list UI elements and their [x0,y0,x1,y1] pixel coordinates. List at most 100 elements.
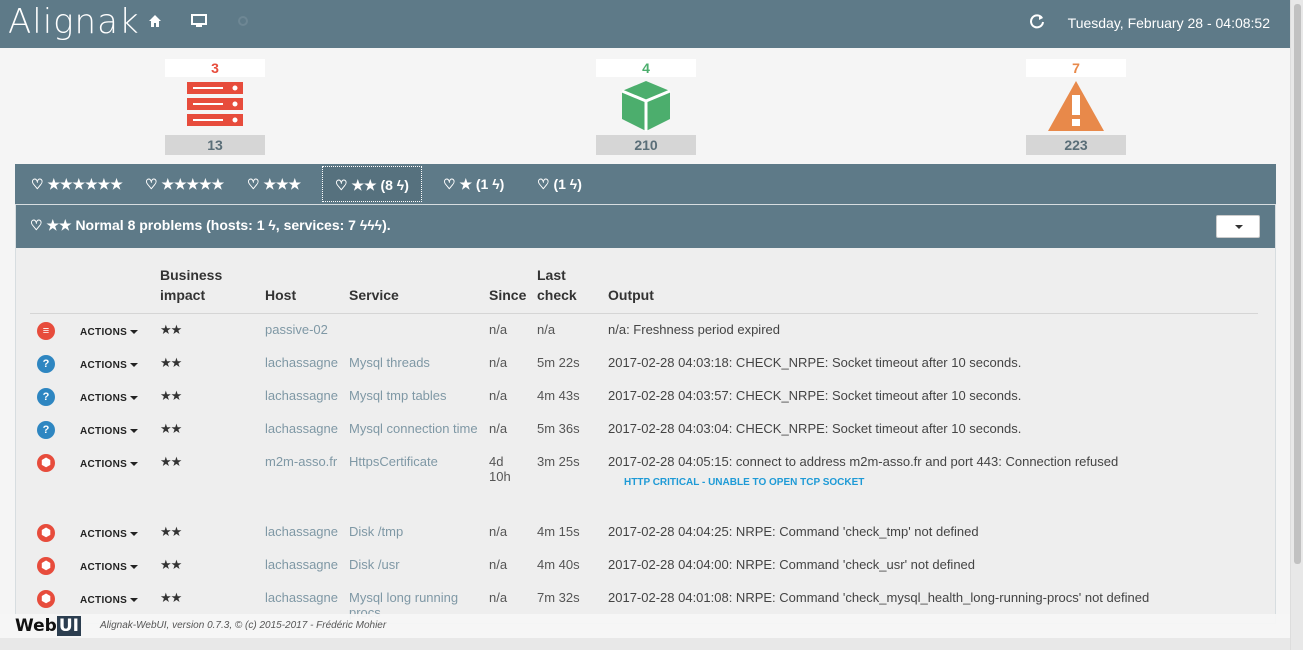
host-link[interactable]: lachassagne [265,557,338,572]
output-text: 2017-02-28 04:01:08: NRPE: Command 'chec… [608,589,1150,605]
cube-icon [596,77,696,135]
table-row: ? ACTIONS ★★ lachassagne Mysql threads n/a 5m … [30,347,1258,380]
output-text: n/a: Freshness period expired [608,322,780,337]
host-link[interactable]: lachassagne [265,590,338,605]
column-business-impact[interactable]: Business impact [160,265,265,314]
tab-impact-6[interactable]: ♡ ★★★★★★ [19,166,135,202]
unknown-icon: ? [37,387,55,406]
actions-dropdown[interactable]: ACTIONS [80,360,138,371]
tab-impact-1[interactable]: ♡ ★ (1 ϟ) [431,166,516,202]
last-check-value: 4m 40s [537,556,580,572]
tab-impact-2[interactable]: ♡ ★★ (8 ϟ) [322,166,422,202]
tab-impact-0[interactable]: ♡ (1 ϟ) [525,166,594,202]
warning-icon [1026,77,1126,135]
services-counter[interactable]: 4 210 [596,59,696,155]
host-link[interactable]: lachassagne [265,524,338,539]
business-impact-stars: ★★ [160,387,182,403]
since-value: n/a [489,354,508,370]
settings-icon[interactable] [233,14,253,34]
hosts-problems-count: 3 [165,59,265,77]
service-link[interactable]: HttpsCertificate [349,454,438,469]
webui-logo: Web UI [15,616,81,636]
service-link[interactable]: Mysql tmp tables [349,388,447,403]
actions-dropdown[interactable]: ACTIONS [80,529,138,540]
refresh-icon[interactable] [1029,13,1045,34]
critical-cube-icon: ⬢ [37,589,55,608]
service-link[interactable]: Disk /tmp [349,524,403,539]
service-link[interactable]: Mysql threads [349,355,430,370]
actions-dropdown[interactable]: ACTIONS [80,327,138,338]
hosts-counter[interactable]: 3 13 [165,59,265,155]
problems-panel: ♡ ★★ Normal 8 problems (hosts: 1 ϟ, serv… [15,204,1276,624]
vertical-scrollbar[interactable] [1290,0,1303,650]
last-check-value: n/a [537,322,556,337]
top-navbar: Alignak Tuesday, February 28 - 04:08:52 [0,0,1290,48]
actions-dropdown[interactable]: ACTIONS [80,562,138,573]
column-since[interactable]: Since [489,265,537,314]
business-impact-stars: ★★ [160,354,182,370]
business-impact-stars: ★★ [160,556,182,572]
warnings-total-count: 223 [1026,135,1126,155]
service-link[interactable]: Mysql connection time [349,421,478,436]
host-link[interactable]: passive-02 [265,322,328,337]
panel-dropdown-button[interactable] [1216,215,1260,238]
monitor-icon[interactable] [189,14,209,34]
business-impact-stars: ★★ [160,453,182,469]
output-text: 2017-02-28 04:04:00: NRPE: Command 'chec… [608,556,976,572]
table-row: ? ACTIONS ★★ lachassagne Mysql connection ti… [30,413,1258,446]
footer-text: Alignak-WebUI, version 0.7.3, © (c) 2015… [100,620,387,631]
server-down-icon: ≡ [37,322,55,340]
business-impact-stars: ★★ [160,420,182,436]
column-last-check[interactable]: Last check [537,265,608,314]
column-output[interactable]: Output [608,265,1258,314]
actions-dropdown[interactable]: ACTIONS [80,426,138,437]
table-header: Business impact Host Service Since Last … [30,265,1258,314]
since-value: n/a [489,523,508,539]
last-check-value: 3m 25s [537,453,580,469]
table-row: ⬢ ACTIONS ★★ lachassagne Disk /usr n/a 4m 40s 2… [30,549,1258,582]
output-text: 2017-02-28 04:03:18: CHECK_NRPE: Socket … [608,354,1022,370]
column-host[interactable]: Host [265,265,349,314]
host-link[interactable]: lachassagne [265,421,338,436]
column-service[interactable]: Service [349,265,489,314]
heartbeat-icon: ♡ [30,217,43,233]
table-row: ⬢ ACTIONS ★★ lachassagne Disk /tmp n/a 4m 15s 2… [30,516,1258,549]
since-value: n/a [489,589,508,605]
last-check-value: 4m 43s [537,387,580,403]
scrollbar-thumb[interactable] [1294,4,1301,564]
panel-title: ★★ Normal 8 problems (hosts: 1 ϟ, servic… [46,217,391,233]
actions-dropdown[interactable]: ACTIONS [80,393,138,404]
unknown-icon: ? [37,354,55,373]
critical-cube-icon: ⬢ [37,523,55,542]
actions-dropdown[interactable]: ACTIONS [80,595,138,606]
since-value: n/a [489,556,508,572]
output-detail: HTTP CRITICAL - UNABLE TO OPEN TCP SOCKE… [624,476,865,488]
home-icon[interactable] [145,14,165,34]
business-impact-stars: ★★ [160,322,182,337]
warnings-counter[interactable]: 7 223 [1026,59,1126,155]
heartbeat-icon: ♡ [31,176,44,192]
horizontal-scrollbar[interactable] [0,638,1290,650]
last-check-value: 4m 15s [537,523,580,539]
last-check-value: 5m 36s [537,420,580,436]
last-check-value: 5m 22s [537,354,580,370]
impact-filter-tabs: ♡ ★★★★★★ ♡ ★★★★★ ♡ ★★★ ♡ ★★ (8 ϟ) ♡ ★ (1… [15,164,1276,204]
tab-impact-5[interactable]: ♡ ★★★★★ [133,166,236,202]
app-logo[interactable]: Alignak [8,2,140,42]
heartbeat-icon: ♡ [335,177,348,193]
output-text: 2017-02-28 04:05:15: connect to address … [608,453,1119,469]
host-link[interactable]: lachassagne [265,355,338,370]
unknown-icon: ? [37,420,55,439]
host-link[interactable]: m2m-asso.fr [265,454,337,469]
tab-impact-3[interactable]: ♡ ★★★ [235,166,313,202]
warnings-problems-count: 7 [1026,59,1126,77]
problems-table: Business impact Host Service Since Last … [30,265,1258,620]
actions-dropdown[interactable]: ACTIONS [80,459,138,470]
services-total-count: 210 [596,135,696,155]
server-icon [165,77,265,135]
table-row: ⬢ ACTIONS ★★ m2m-asso.fr HttpsCertificate 4d … [30,446,1258,516]
output-text: 2017-02-28 04:03:04: CHECK_NRPE: Socket … [608,420,1022,436]
service-link[interactable]: Disk /usr [349,557,400,572]
host-link[interactable]: lachassagne [265,388,338,403]
hosts-total-count: 13 [165,135,265,155]
